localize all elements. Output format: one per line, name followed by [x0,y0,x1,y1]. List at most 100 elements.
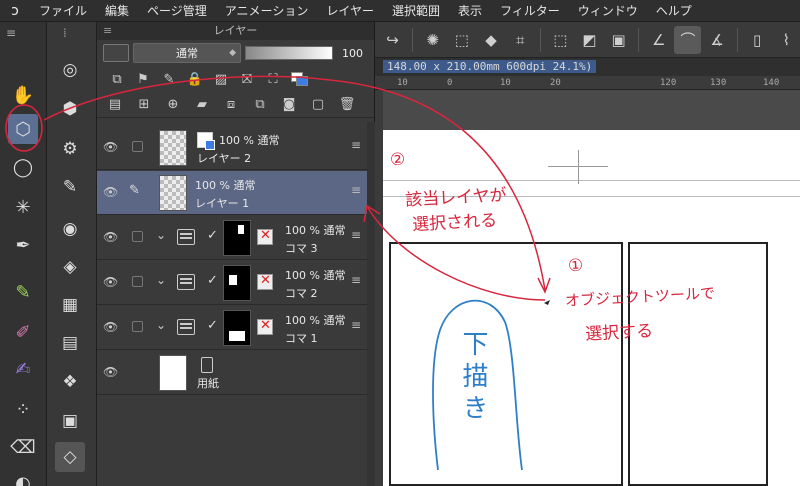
menu-window[interactable]: ウィンドウ [569,0,647,22]
chevron-down-icon[interactable]: ⌄ [156,318,166,332]
layer-row[interactable]: 👁 ⌄ ✓ 100 % 通常 コマ 1 ≡ [97,306,367,350]
panel-menu-icon[interactable]: ≡ [103,22,112,40]
check-icon[interactable]: ✓ [207,273,218,288]
reference-layer-icon[interactable]: ⚑ [133,69,153,89]
intermediate-color-icon[interactable]: ◈ [55,252,85,282]
layer-row[interactable]: 👁 100 % 通常 レイヤー 2 ≡ [97,126,367,170]
perspective-snap-icon[interactable]: ∡ [703,26,730,54]
menu-help[interactable]: ヘルプ [647,0,701,22]
layer-drag-handle-icon[interactable]: ≡ [351,273,361,287]
more-icon[interactable]: ⌇ [773,26,800,54]
expression-color-swatch[interactable] [103,44,129,62]
merge-down-icon[interactable]: ⧉ [250,95,270,115]
material-icon[interactable]: ▤ [55,328,85,358]
blend-icon[interactable]: ◐ [8,468,38,486]
object-tool-icon[interactable]: ⬡ [8,114,38,144]
layer-property-icon[interactable]: ❖ [55,367,85,397]
eyedropper-icon[interactable]: ✒ [8,230,38,260]
magic-wand-icon[interactable]: ✳ [8,192,38,222]
palette-menu-icon[interactable]: ≡ [6,26,16,40]
check-icon[interactable]: ✓ [207,318,218,333]
chevron-down-icon[interactable]: ⌄ [156,228,166,242]
draft-layer-icon[interactable]: ✎ [159,69,179,89]
hand-icon[interactable]: ✋ [8,80,38,110]
mask-enable-icon[interactable]: ⛝ [237,69,257,89]
ruler-snap-icon[interactable]: ∠ [645,26,672,54]
menu-animation[interactable]: アニメーション [216,0,318,22]
ruler-enable-icon[interactable]: ⛶ [263,69,283,89]
new-folder-icon[interactable]: ▰ [192,95,212,115]
redo-icon[interactable]: ↪ [379,26,406,54]
apply-mask-icon[interactable]: ▢ [308,95,328,115]
layer-lock-checkbox[interactable] [132,321,143,332]
layer-lock-checkbox[interactable] [132,231,143,242]
new-vector-layer-icon[interactable]: ⊕ [163,95,183,115]
layer-scrollbar[interactable] [367,122,375,486]
lock-transparent-icon[interactable]: ▨ [211,69,231,89]
layer-search-icon[interactable]: ▤ [105,95,125,115]
opacity-value[interactable]: 100 [337,47,363,60]
layer-row[interactable]: 👁 用紙 [97,351,367,395]
brush-snap-icon[interactable]: ⌒ [674,25,702,54]
eye-icon[interactable]: 👁 [103,140,118,154]
pencil-icon[interactable]: ✐ [8,317,38,347]
fill-bucket-icon[interactable]: ◆ [477,26,504,54]
navigator-icon[interactable]: ◎ [55,55,85,85]
clear-icon[interactable]: ◩ [576,26,603,54]
invert-selection-icon[interactable]: ▣ [605,26,632,54]
brush-size-icon[interactable]: ✎ [55,172,85,202]
color-wheel-icon[interactable]: ◉ [55,214,85,244]
tool-settings-icon[interactable]: ⚙ [55,134,85,164]
layer-drag-handle-icon[interactable]: ≡ [351,138,361,152]
menu-selection[interactable]: 選択範囲 [383,0,449,22]
opacity-slider[interactable] [245,46,333,60]
menu-file[interactable]: ファイル [30,0,96,22]
layer-color-icon[interactable] [289,69,309,89]
create-mask-icon[interactable]: ◙ [279,95,299,115]
eye-icon[interactable]: 👁 [103,185,118,199]
menu-view[interactable]: 表示 [449,0,491,22]
comic-panel-frame[interactable] [389,242,623,486]
eye-icon[interactable]: 👁 [103,320,118,334]
blend-mode-select[interactable]: 通常 ◆ [133,43,241,63]
layer-lock-checkbox[interactable] [132,276,143,287]
lasso-icon[interactable]: ◯ [8,152,38,182]
select-all-icon[interactable]: ⬚ [448,26,475,54]
check-icon[interactable]: ✓ [207,228,218,243]
airbrush-icon[interactable]: ⁘ [8,394,38,424]
pen-icon[interactable]: ✎ [8,277,38,307]
eye-icon[interactable]: 👁 [103,365,118,379]
layer-row[interactable]: 👁 ⌄ ✓ 100 % 通常 コマ 2 ≡ [97,261,367,305]
deselect-icon[interactable]: ⬚ [547,26,574,54]
layer-drag-handle-icon[interactable]: ≡ [351,318,361,332]
transfer-down-icon[interactable]: ⧈ [221,95,241,115]
comic-panel-frame[interactable] [628,242,768,486]
menu-page[interactable]: ページ管理 [138,0,216,22]
app-logo-icon[interactable]: ↄ [0,0,30,22]
layer-lock-checkbox[interactable] [132,141,143,152]
layer-panel-icon[interactable]: ◇ [55,442,85,472]
delete-layer-icon[interactable]: 🗑 [337,95,357,115]
layer-drag-handle-icon[interactable]: ≡ [351,183,361,197]
3d-object-icon[interactable]: ⬢ [55,94,85,124]
history-icon[interactable]: ▣ [55,406,85,436]
eraser-icon[interactable]: ⌫ [8,432,38,462]
device-icon[interactable]: ▯ [744,26,771,54]
layer-row-selected[interactable]: 👁 ✎ 100 % 通常 レイヤー 1 ≡ [97,171,367,215]
transform-icon[interactable]: ⌗ [507,26,534,54]
new-raster-layer-icon[interactable]: ⊞ [134,95,154,115]
eye-icon[interactable]: 👁 [103,275,118,289]
chevron-down-icon[interactable]: ⌄ [156,273,166,287]
sketch-text: 下描き [458,330,488,426]
layer-drag-handle-icon[interactable]: ≡ [351,228,361,242]
brush-icon[interactable]: ✍ [8,354,38,384]
layer-row[interactable]: 👁 ⌄ ✓ 100 % 通常 コマ 3 ≡ [97,216,367,260]
menu-edit[interactable]: 編集 [96,0,138,22]
lock-icon[interactable]: 🔒 [185,69,205,89]
color-set-icon[interactable]: ▦ [55,290,85,320]
clip-icon[interactable]: ⧉ [107,69,127,89]
loading-icon[interactable]: ✺ [419,26,446,54]
menu-layer[interactable]: レイヤー [317,0,383,22]
menu-filter[interactable]: フィルター [491,0,569,22]
eye-icon[interactable]: 👁 [103,230,118,244]
